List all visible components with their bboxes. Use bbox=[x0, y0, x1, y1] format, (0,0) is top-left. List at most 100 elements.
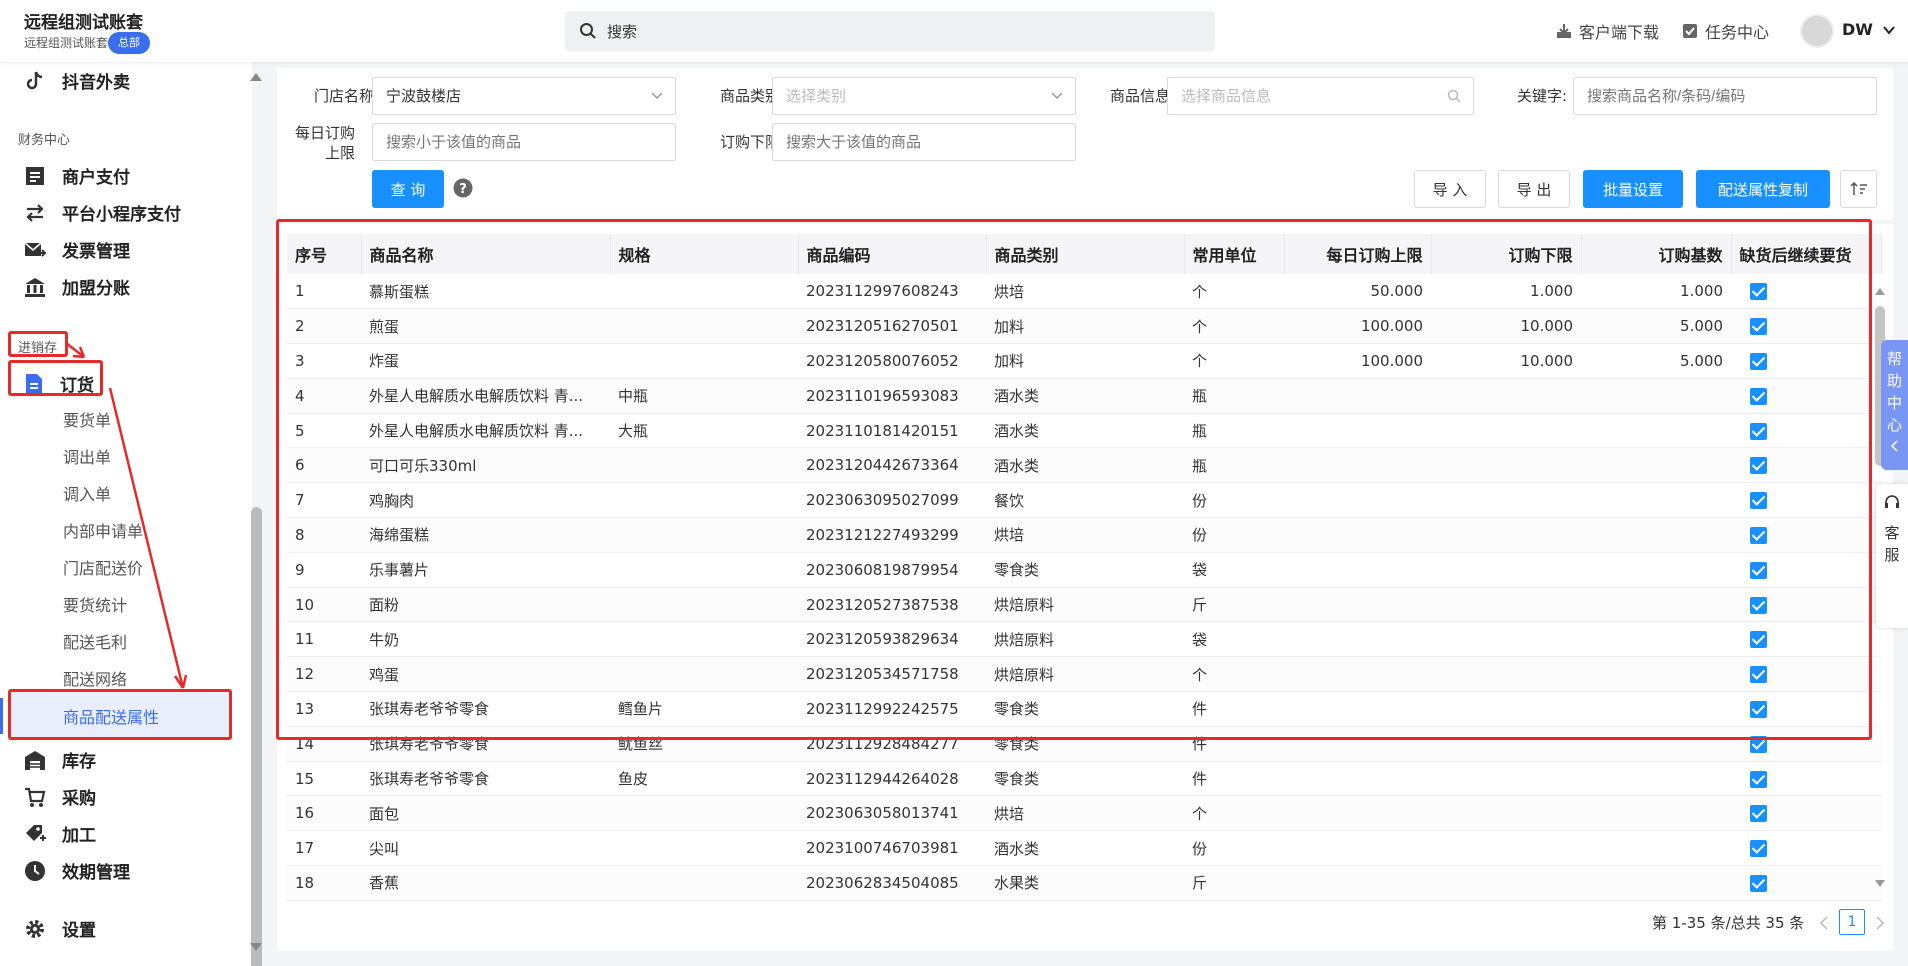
annotation-box-active bbox=[8, 689, 232, 740]
cell-min-order bbox=[1431, 830, 1581, 867]
table-row[interactable]: 17 尖叫 2023100746703981 酒水类份 bbox=[287, 830, 1881, 867]
tag-plus-icon bbox=[26, 824, 46, 841]
query-button[interactable]: 查 询 bbox=[372, 170, 444, 208]
user-name: DW bbox=[1842, 20, 1873, 39]
sidebar-sub-transfer-in[interactable]: 调入单 bbox=[63, 481, 111, 505]
sort-settings-button[interactable] bbox=[1840, 170, 1877, 208]
clock-icon bbox=[25, 860, 45, 881]
table-row[interactable]: 18 香蕉 2023062834504085 水果类斤 bbox=[287, 865, 1881, 901]
table-scroll-up-icon[interactable] bbox=[1874, 286, 1886, 296]
batch-settings-button[interactable]: 批量设置 bbox=[1583, 170, 1683, 208]
sidebar-sub-delivery-network[interactable]: 配送网络 bbox=[63, 666, 127, 690]
client-download-link[interactable]: 客户端下载 bbox=[1555, 19, 1659, 43]
annotation-box-section bbox=[8, 331, 68, 357]
cell-daily-limit bbox=[1284, 761, 1431, 797]
chevron-left-icon bbox=[1890, 440, 1898, 452]
cell-daily-limit bbox=[1284, 795, 1431, 832]
document-list-icon bbox=[26, 166, 44, 185]
next-page-icon[interactable] bbox=[1875, 916, 1885, 930]
pager-summary: 第 1-35 条/总共 35 条 bbox=[1652, 914, 1805, 932]
prev-page-icon[interactable] bbox=[1819, 916, 1829, 930]
daily-limit-input[interactable] bbox=[372, 123, 676, 161]
cell-name: 尖叫 bbox=[361, 830, 610, 867]
export-button[interactable]: 导 出 bbox=[1498, 170, 1570, 208]
cell-continue-order bbox=[1731, 830, 1881, 867]
annotation-box-table bbox=[276, 219, 1872, 740]
sidebar-sub-delivery-margin[interactable]: 配送毛利 bbox=[63, 629, 127, 653]
page-number-current[interactable]: 1 bbox=[1839, 909, 1865, 935]
cell-unit: 斤 bbox=[1184, 865, 1284, 901]
continue-order-checkbox[interactable] bbox=[1750, 840, 1767, 858]
sidebar-sub-transfer-out[interactable]: 调出单 bbox=[63, 444, 111, 468]
help-center-tab[interactable]: 帮助中心 bbox=[1881, 340, 1908, 470]
global-search[interactable]: 搜索 bbox=[565, 11, 1215, 51]
sidebar-item-merchant-pay[interactable]: 商户支付 bbox=[24, 163, 130, 188]
scroll-down-arrow-icon[interactable] bbox=[249, 942, 263, 952]
daily-limit-label: 每日订购 上限 bbox=[295, 123, 355, 163]
sidebar-item-expiry[interactable]: 效期管理 bbox=[24, 858, 130, 883]
sidebar-sub-internal-request[interactable]: 内部申请单 bbox=[63, 518, 143, 542]
store-value: 宁波鼓楼店 bbox=[386, 87, 462, 105]
daily-limit-label-line2: 上限 bbox=[324, 144, 355, 162]
cell-min-order bbox=[1431, 795, 1581, 832]
scroll-up-arrow-icon[interactable] bbox=[249, 72, 263, 82]
cell-category: 水果类 bbox=[986, 865, 1184, 901]
sidebar-item-label: 发票管理 bbox=[62, 242, 130, 262]
chevron-down-icon bbox=[1882, 26, 1895, 35]
task-icon bbox=[1683, 24, 1697, 38]
hq-badge: 总部 bbox=[108, 32, 150, 54]
table-row[interactable]: 16 面包 2023063058013741 烘培个 bbox=[287, 795, 1881, 832]
sidebar-item-label: 加盟分账 bbox=[62, 279, 130, 299]
sidebar-sub-requisition-stats[interactable]: 要货统计 bbox=[63, 592, 127, 616]
task-center-link[interactable]: 任务中心 bbox=[1681, 19, 1769, 43]
continue-order-checkbox[interactable] bbox=[1750, 874, 1767, 892]
continue-order-checkbox[interactable] bbox=[1750, 805, 1767, 823]
cell-continue-order bbox=[1731, 795, 1881, 832]
sidebar-item-settings[interactable]: 设置 bbox=[24, 916, 96, 941]
cell-continue-order bbox=[1731, 865, 1881, 901]
sidebar-sub-store-price[interactable]: 门店配送价 bbox=[63, 555, 143, 579]
import-button[interactable]: 导 入 bbox=[1414, 170, 1486, 208]
sidebar-item-purchase[interactable]: 采购 bbox=[24, 784, 96, 809]
table-row[interactable]: 15 张琪寿老爷爷零食 鱼皮 2023112944264028 零食类件 bbox=[287, 761, 1881, 797]
cell-code: 2023112944264028 bbox=[798, 761, 986, 797]
product-info-input[interactable]: 选择商品信息 bbox=[1167, 77, 1474, 115]
sidebar-item-miniapp-pay[interactable]: 平台小程序支付 bbox=[24, 200, 181, 225]
user-menu[interactable]: DW bbox=[1842, 20, 1895, 39]
search-icon bbox=[1447, 89, 1461, 103]
sidebar-item-process[interactable]: 加工 bbox=[24, 821, 96, 846]
min-order-input[interactable] bbox=[772, 123, 1076, 161]
svg-text:?: ? bbox=[459, 182, 467, 197]
chevron-down-icon bbox=[651, 92, 663, 100]
store-select[interactable]: 宁波鼓楼店 bbox=[372, 77, 676, 115]
sidebar-item-douyin[interactable]: 抖音外卖 bbox=[24, 68, 130, 93]
sidebar-sub-requisition[interactable]: 要货单 bbox=[63, 407, 111, 431]
customer-service-label: 客服 bbox=[1884, 524, 1900, 564]
sidebar-item-stock[interactable]: 库存 bbox=[24, 747, 96, 772]
avatar[interactable] bbox=[1800, 14, 1834, 48]
continue-order-checkbox[interactable] bbox=[1750, 770, 1767, 788]
sidebar-item-label: 平台小程序支付 bbox=[62, 205, 181, 225]
account-title[interactable]: 远程组测试账套 bbox=[24, 8, 143, 33]
table-scroll-down-icon[interactable] bbox=[1874, 879, 1886, 889]
gear-icon bbox=[26, 919, 44, 938]
annotation-box-order bbox=[8, 360, 103, 396]
cell-base-qty bbox=[1581, 795, 1731, 832]
sidebar-item-franchise[interactable]: 加盟分账 bbox=[24, 274, 130, 299]
copy-delivery-attr-button[interactable]: 配送属性复制 bbox=[1696, 170, 1830, 208]
cell-category: 酒水类 bbox=[986, 830, 1184, 867]
search-icon bbox=[580, 23, 596, 39]
cell-index: 16 bbox=[287, 795, 361, 832]
customer-service-tab[interactable]: 客服 bbox=[1876, 484, 1908, 628]
sidebar-item-label: 采购 bbox=[62, 789, 96, 809]
top-bar: 远程组测试账套 远程组测试账套 总部 搜索 客户端下载 任务中心 DW bbox=[0, 0, 1908, 62]
cell-daily-limit bbox=[1284, 830, 1431, 867]
sidebar-scrollbar[interactable] bbox=[251, 507, 262, 966]
help-circle-icon[interactable]: ? bbox=[453, 178, 473, 198]
account-subtitle: 远程组测试账套 bbox=[24, 36, 109, 50]
cell-name: 面包 bbox=[361, 795, 610, 832]
sidebar-item-invoice[interactable]: 发票管理 bbox=[24, 237, 130, 262]
category-select[interactable]: 选择类别 bbox=[772, 77, 1076, 115]
keyword-input[interactable] bbox=[1573, 77, 1877, 115]
cell-code: 2023062834504085 bbox=[798, 865, 986, 901]
